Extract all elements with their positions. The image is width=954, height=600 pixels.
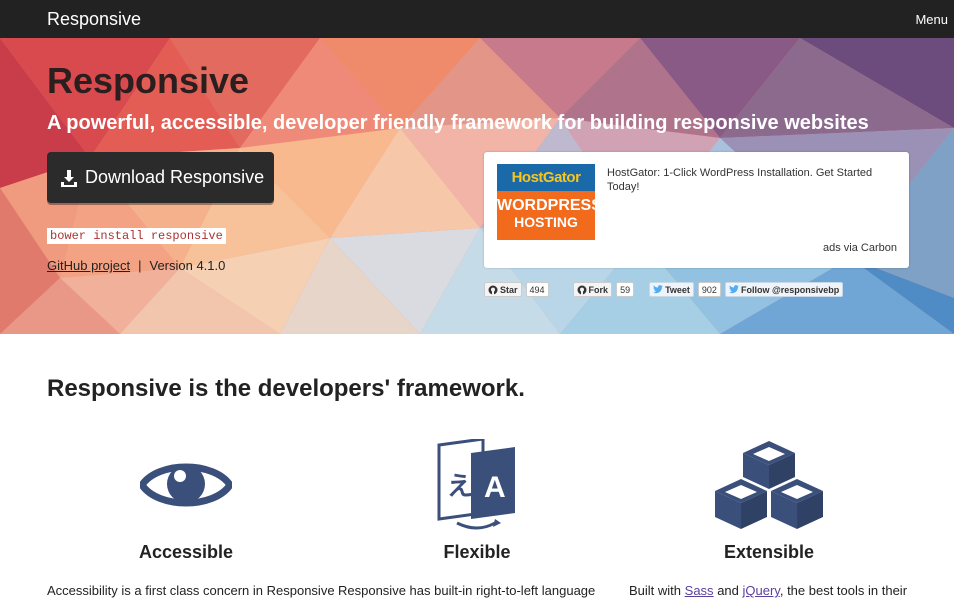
feature-text: Responsive has built-in right-to-left la…	[338, 583, 596, 598]
feature-flexible: え A Flexible Responsive has built-in rig…	[338, 436, 612, 598]
ads-via-carbon-link[interactable]: ads via Carbon	[823, 242, 897, 254]
social-buttons: Star 494 Fork 59 Tweet 902 Follow @respo…	[484, 282, 844, 297]
fork-label: Fork	[588, 284, 609, 295]
ad-text-link[interactable]: HostGator: 1-Click WordPress Installatio…	[607, 166, 887, 194]
feature-accessible: Accessible Accessibility is a first clas…	[47, 436, 335, 598]
fork-count[interactable]: 59	[616, 282, 635, 297]
download-icon	[61, 169, 77, 187]
bower-install-command: bower install responsive	[47, 228, 226, 244]
twitter-bird-icon	[728, 285, 739, 294]
ad-image[interactable]: HostGator WORDPRESS HOSTING	[497, 164, 595, 240]
hero-banner: Responsive A powerful, accessible, devel…	[0, 38, 954, 334]
top-navbar: Responsive Menu	[0, 0, 954, 38]
svg-text:A: A	[484, 471, 506, 504]
follow-button[interactable]: Follow @responsivebp	[724, 282, 844, 297]
feature-text: Accessibility is a first class concern i…	[47, 583, 335, 598]
feature-text-suffix: , the best tools in their	[779, 583, 908, 598]
feature-text-prefix: Built with	[629, 583, 682, 598]
twitter-bird-icon	[653, 285, 664, 294]
github-fork-button[interactable]: Fork	[572, 282, 613, 297]
svg-text:え: え	[447, 472, 473, 502]
section-heading: Responsive is the developers' framework.	[47, 375, 525, 402]
brand-logo-text[interactable]: Responsive	[47, 9, 141, 30]
eye-icon	[140, 463, 232, 507]
feature-text-and: and	[717, 583, 739, 598]
github-icon	[488, 285, 498, 294]
ad-image-caption: WORDPRESS HOSTING	[497, 197, 595, 231]
feature-title: Flexible	[443, 542, 511, 562]
github-icon	[577, 285, 587, 294]
download-button[interactable]: Download Responsive	[47, 152, 274, 203]
version-text: Version 4.1.0	[149, 258, 226, 273]
tweet-button[interactable]: Tweet	[649, 282, 694, 297]
ad-image-line1: WORDPRESS	[497, 197, 595, 214]
feature-title: Accessible	[138, 542, 234, 562]
translate-icon: え A	[437, 439, 515, 530]
sass-link[interactable]: Sass	[685, 583, 714, 598]
feature-title: Extensible	[723, 542, 815, 562]
star-label: Star	[500, 284, 518, 295]
tweet-count[interactable]: 902	[697, 282, 721, 297]
jquery-link[interactable]: jQuery	[743, 583, 780, 598]
feature-text: Built with Sass and jQuery, the best too…	[629, 583, 929, 598]
follow-label: Follow @responsivebp	[740, 284, 840, 295]
link-separator: |	[138, 258, 142, 273]
carbon-ad[interactable]: HostGator WORDPRESS HOSTING HostGator: 1…	[484, 152, 909, 268]
hero-subtitle: A powerful, accessible, developer friend…	[47, 112, 869, 134]
feature-extensible: Extensible Built with Sass and jQuery, t…	[629, 436, 907, 598]
menu-button[interactable]: Menu	[915, 12, 948, 27]
download-button-label: Download Responsive	[85, 167, 265, 187]
cubes-icon	[715, 441, 823, 529]
project-links: GitHub project | Version 4.1.0	[47, 258, 225, 273]
star-count[interactable]: 494	[525, 282, 549, 297]
ad-image-line2: HOSTING	[514, 214, 578, 230]
hero-title: Responsive	[47, 60, 250, 101]
ad-image-brand: HostGator	[497, 164, 595, 191]
github-star-button[interactable]: Star	[484, 282, 522, 297]
github-project-link[interactable]: GitHub project	[47, 258, 130, 273]
tweet-label: Tweet	[665, 284, 690, 295]
